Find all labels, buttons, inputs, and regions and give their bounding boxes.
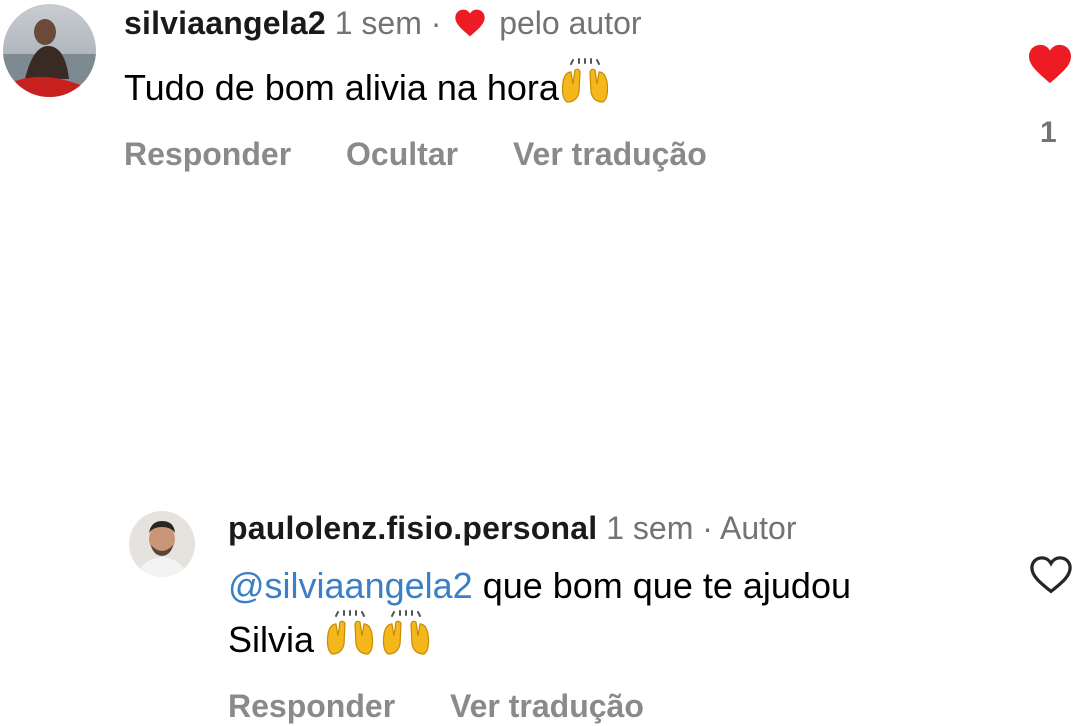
liked-by-author-label: pelo autor xyxy=(499,5,642,41)
reply-button[interactable]: Responder xyxy=(124,136,291,172)
heart-outline-icon xyxy=(1030,556,1072,594)
see-translation-button[interactable]: Ver tradução xyxy=(513,136,707,172)
heart-filled-icon xyxy=(1029,44,1071,84)
username[interactable]: silviaangela2 xyxy=(124,5,326,41)
comment-item: silviaangela2 1 sem · pelo autor Tudo de… xyxy=(0,0,1079,200)
like-button[interactable] xyxy=(1027,43,1073,90)
comment-time: 1 sem xyxy=(334,5,422,41)
raising-hands-icon xyxy=(559,58,611,118)
hide-button[interactable]: Ocultar xyxy=(346,136,458,172)
comment-text: Tudo de bom alivia na hora xyxy=(124,58,611,118)
raising-hands-icon xyxy=(324,610,376,670)
comment-actions: Responder Ver tradução xyxy=(228,686,690,726)
comment-meta: paulolenz.fisio.personal 1 sem · Autor xyxy=(228,509,797,547)
comment-text: @silviaangela2 que bom que te ajudou Sil… xyxy=(228,562,868,670)
comment-body: Tudo de bom alivia na hora xyxy=(124,67,559,108)
like-button[interactable] xyxy=(1029,555,1073,600)
raising-hands-icon xyxy=(376,610,436,670)
mention-link[interactable]: @silviaangela2 xyxy=(228,565,473,606)
separator: · xyxy=(702,510,713,546)
comment-actions: Responder Ocultar Ver tradução xyxy=(124,134,753,174)
heart-icon xyxy=(454,8,486,46)
see-translation-button[interactable]: Ver tradução xyxy=(450,688,644,724)
separator: · xyxy=(430,5,442,41)
comment-time: 1 sem xyxy=(606,510,694,546)
comment-meta: silviaangela2 1 sem · pelo autor xyxy=(124,4,642,46)
like-count: 1 xyxy=(1040,116,1057,149)
author-tag: Autor xyxy=(720,510,797,546)
reply-item: paulolenz.fisio.personal 1 sem · Autor @… xyxy=(0,250,1079,724)
username[interactable]: paulolenz.fisio.personal xyxy=(228,510,597,546)
avatar[interactable] xyxy=(129,511,195,577)
reply-button[interactable]: Responder xyxy=(228,688,395,724)
avatar[interactable] xyxy=(3,4,96,97)
